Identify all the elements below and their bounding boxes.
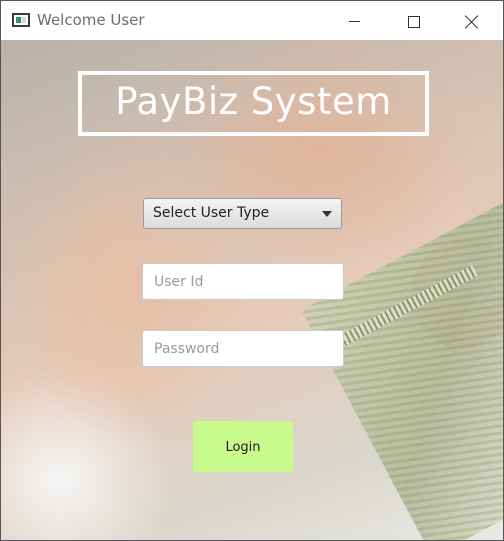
- user-type-select[interactable]: Select User Type: [143, 198, 342, 229]
- maximize-button[interactable]: [391, 1, 437, 40]
- app-window-icon: [12, 13, 30, 27]
- title-bar[interactable]: Welcome User: [1, 1, 503, 40]
- login-panel: PayBiz System Select User Type Login: [1, 40, 503, 540]
- app-window: Welcome User PayBiz System Select User T…: [0, 0, 504, 541]
- minimize-icon: [348, 21, 360, 22]
- user-id-input[interactable]: [142, 263, 344, 300]
- app-title: PayBiz System: [115, 80, 392, 123]
- maximize-icon: [408, 15, 420, 28]
- chevron-down-icon: [322, 211, 332, 217]
- login-button[interactable]: Login: [193, 421, 293, 472]
- minimize-button[interactable]: [331, 1, 377, 40]
- window-title: Welcome User: [37, 11, 145, 29]
- close-button[interactable]: [449, 1, 495, 40]
- close-icon: [465, 15, 479, 29]
- user-type-selected-label: Select User Type: [153, 205, 270, 221]
- password-input[interactable]: [142, 330, 344, 367]
